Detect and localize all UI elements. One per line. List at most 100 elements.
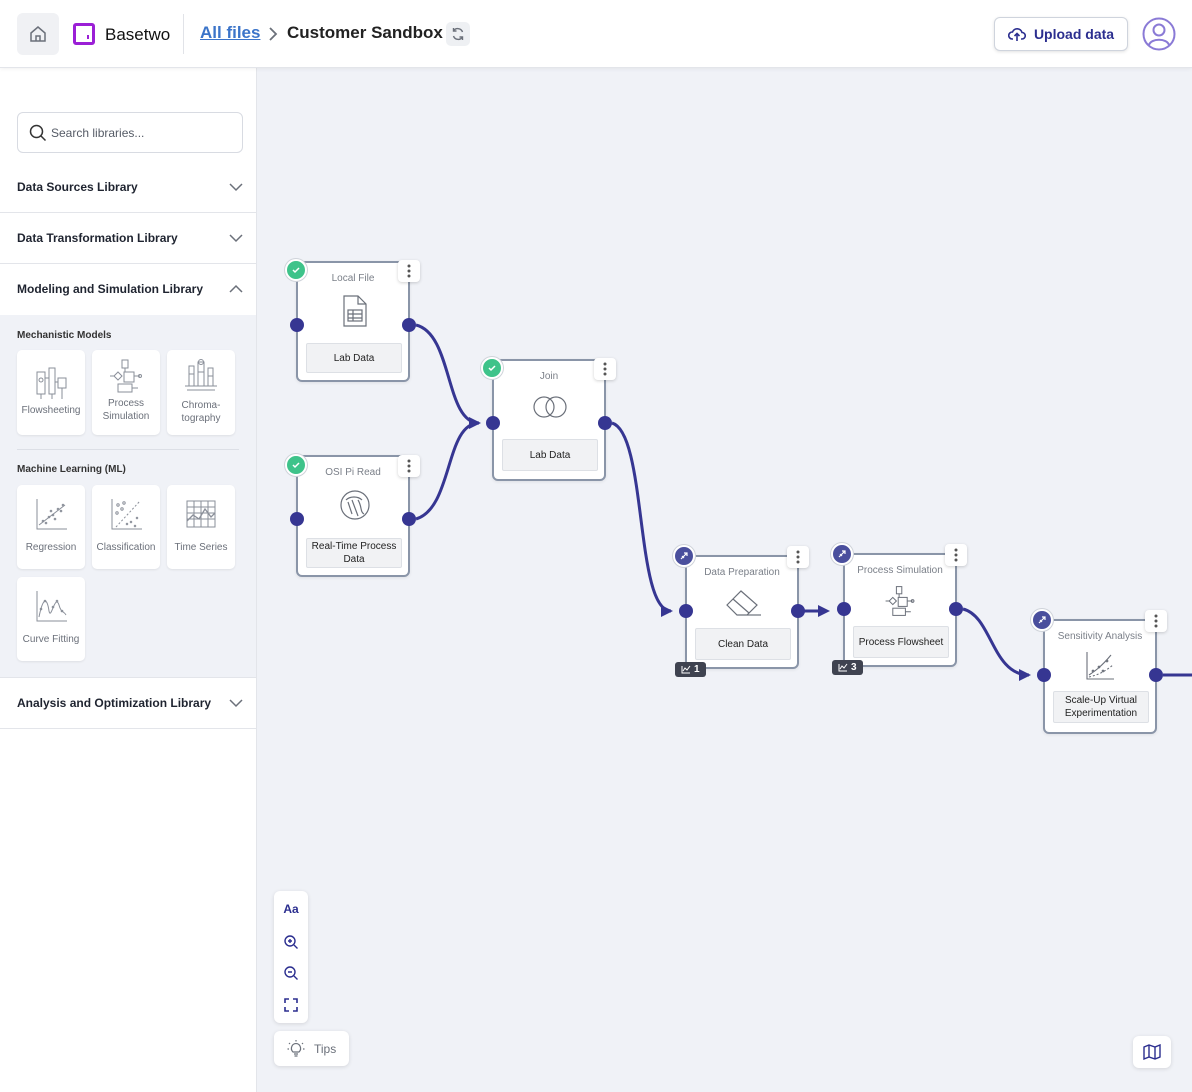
library-label: Analysis and Optimization Library [17,696,212,710]
tile-curve-fitting[interactable]: Curve Fitting [17,577,85,661]
font-size-button[interactable]: Aa [279,897,303,921]
node-osi-pi-read[interactable]: OSI Pi Read Real-Time Process Data [296,455,410,577]
tile-label: Curve Fitting [22,634,80,645]
node-menu-button[interactable] [945,544,967,566]
classification-icon [111,499,142,530]
node-data-preparation[interactable]: Data Preparation Clean Data [685,555,799,669]
modeling-library-content: Mechanistic Models Flowsheeting Process … [0,315,256,678]
flowsheeting-icon [36,367,67,399]
input-port[interactable] [1037,668,1051,682]
node-menu-button[interactable] [1145,610,1167,632]
breadcrumb-current: Customer Sandbox [287,23,443,42]
group-label-mechanistic: Mechanistic Models [17,330,112,341]
output-port[interactable] [791,604,805,618]
workflow-canvas[interactable]: Local File Lab Data OSI Pi Read Real-Tim… [257,68,1192,1092]
input-port[interactable] [290,512,304,526]
tile-label: Regression [25,542,77,553]
library-analysis-optimization[interactable]: Analysis and Optimization Library [0,678,256,729]
zoom-in-icon [284,935,298,949]
user-avatar-icon[interactable] [1142,17,1176,51]
tile-label: Flowsheeting [21,405,81,416]
input-port[interactable] [290,318,304,332]
input-port[interactable] [486,416,500,430]
status-complete-icon [285,454,307,476]
home-button[interactable] [17,13,59,55]
output-port[interactable] [1149,668,1163,682]
kebab-icon [407,459,411,473]
node-label: Lab Data [306,343,402,373]
upload-data-button[interactable]: Upload data [994,17,1128,51]
node-type: Sensitivity Analysis [1057,631,1143,642]
input-port[interactable] [679,604,693,618]
arrow-head [818,605,830,617]
lightbulb-icon [287,1039,305,1057]
connection [415,421,480,521]
output-port[interactable] [949,602,963,616]
sync-button[interactable] [446,22,470,46]
minimap-button[interactable] [1133,1036,1171,1068]
node-menu-button[interactable] [594,358,616,380]
zoom-in-button[interactable] [279,930,303,954]
status-running-icon [1031,609,1053,631]
node-local-file[interactable]: Local File Lab Data [296,261,410,382]
node-label: Clean Data [695,628,791,660]
tile-time-series[interactable]: Time Series [167,485,235,569]
chevron-up-icon [229,284,243,293]
map-icon [1143,1044,1161,1060]
zoom-out-button[interactable] [279,961,303,985]
node-process-simulation[interactable]: Process Simulation Process Flowsheet [843,553,957,667]
chevron-down-icon [229,699,243,708]
node-label: Real-Time Process Data [306,538,402,568]
tile-regression[interactable]: Regression [17,485,85,569]
library-data-sources[interactable]: Data Sources Library [0,162,256,213]
header-divider [183,14,184,54]
tile-chromatography[interactable]: Chroma-tography [167,350,235,435]
node-menu-button[interactable] [398,455,420,477]
chevron-down-icon [229,183,243,192]
output-port[interactable] [598,416,612,430]
arrow-head [661,605,673,617]
home-icon [30,26,46,42]
search-input[interactable] [51,122,236,144]
fullscreen-icon [284,998,298,1012]
node-sensitivity-analysis[interactable]: Sensitivity Analysis Scale-Up Virtual Ex… [1043,619,1157,734]
join-circles-icon [533,396,567,418]
node-menu-button[interactable] [787,546,809,568]
time-series-icon [186,500,216,528]
tile-label: Classification [96,542,156,553]
top-bar: Basetwo All files Customer Sandbox Uploa… [0,0,1192,68]
tile-process-simulation[interactable]: Process Simulation [92,350,160,435]
breadcrumb-all-files[interactable]: All files [200,23,260,43]
library-label: Data Sources Library [17,180,138,194]
library-modeling-simulation[interactable]: Modeling and Simulation Library [0,264,256,315]
cloud-upload-icon [1007,28,1026,41]
node-type: Local File [331,273,375,284]
upload-data-label: Upload data [1033,26,1115,42]
node-menu-button[interactable] [398,260,420,282]
tile-label: Time Series [174,542,228,553]
output-port[interactable] [402,512,416,526]
sync-icon [452,27,464,41]
connection [611,421,672,613]
node-chart-badge: 1 [675,662,706,677]
tips-label: Tips [314,1041,337,1056]
node-chart-badge: 3 [832,660,863,675]
canvas-toolbar: Aa [274,891,308,1023]
kebab-icon [407,264,411,278]
library-search[interactable] [17,112,243,153]
status-running-icon [831,543,853,565]
tips-button[interactable]: Tips [274,1031,349,1066]
fit-view-button[interactable] [279,993,303,1017]
input-port[interactable] [837,602,851,616]
library-label: Data Transformation Library [17,231,178,245]
tile-flowsheeting[interactable]: Flowsheeting [17,350,85,435]
node-type: OSI Pi Read [325,467,381,478]
chart-icon [681,665,691,674]
node-join[interactable]: Join Lab Data [492,359,606,481]
chromatography-icon [185,359,217,391]
library-data-transformation[interactable]: Data Transformation Library [0,213,256,264]
connection [962,607,1030,677]
output-port[interactable] [402,318,416,332]
tile-classification[interactable]: Classification [92,485,160,569]
tile-label: Process Simulation [102,398,150,422]
